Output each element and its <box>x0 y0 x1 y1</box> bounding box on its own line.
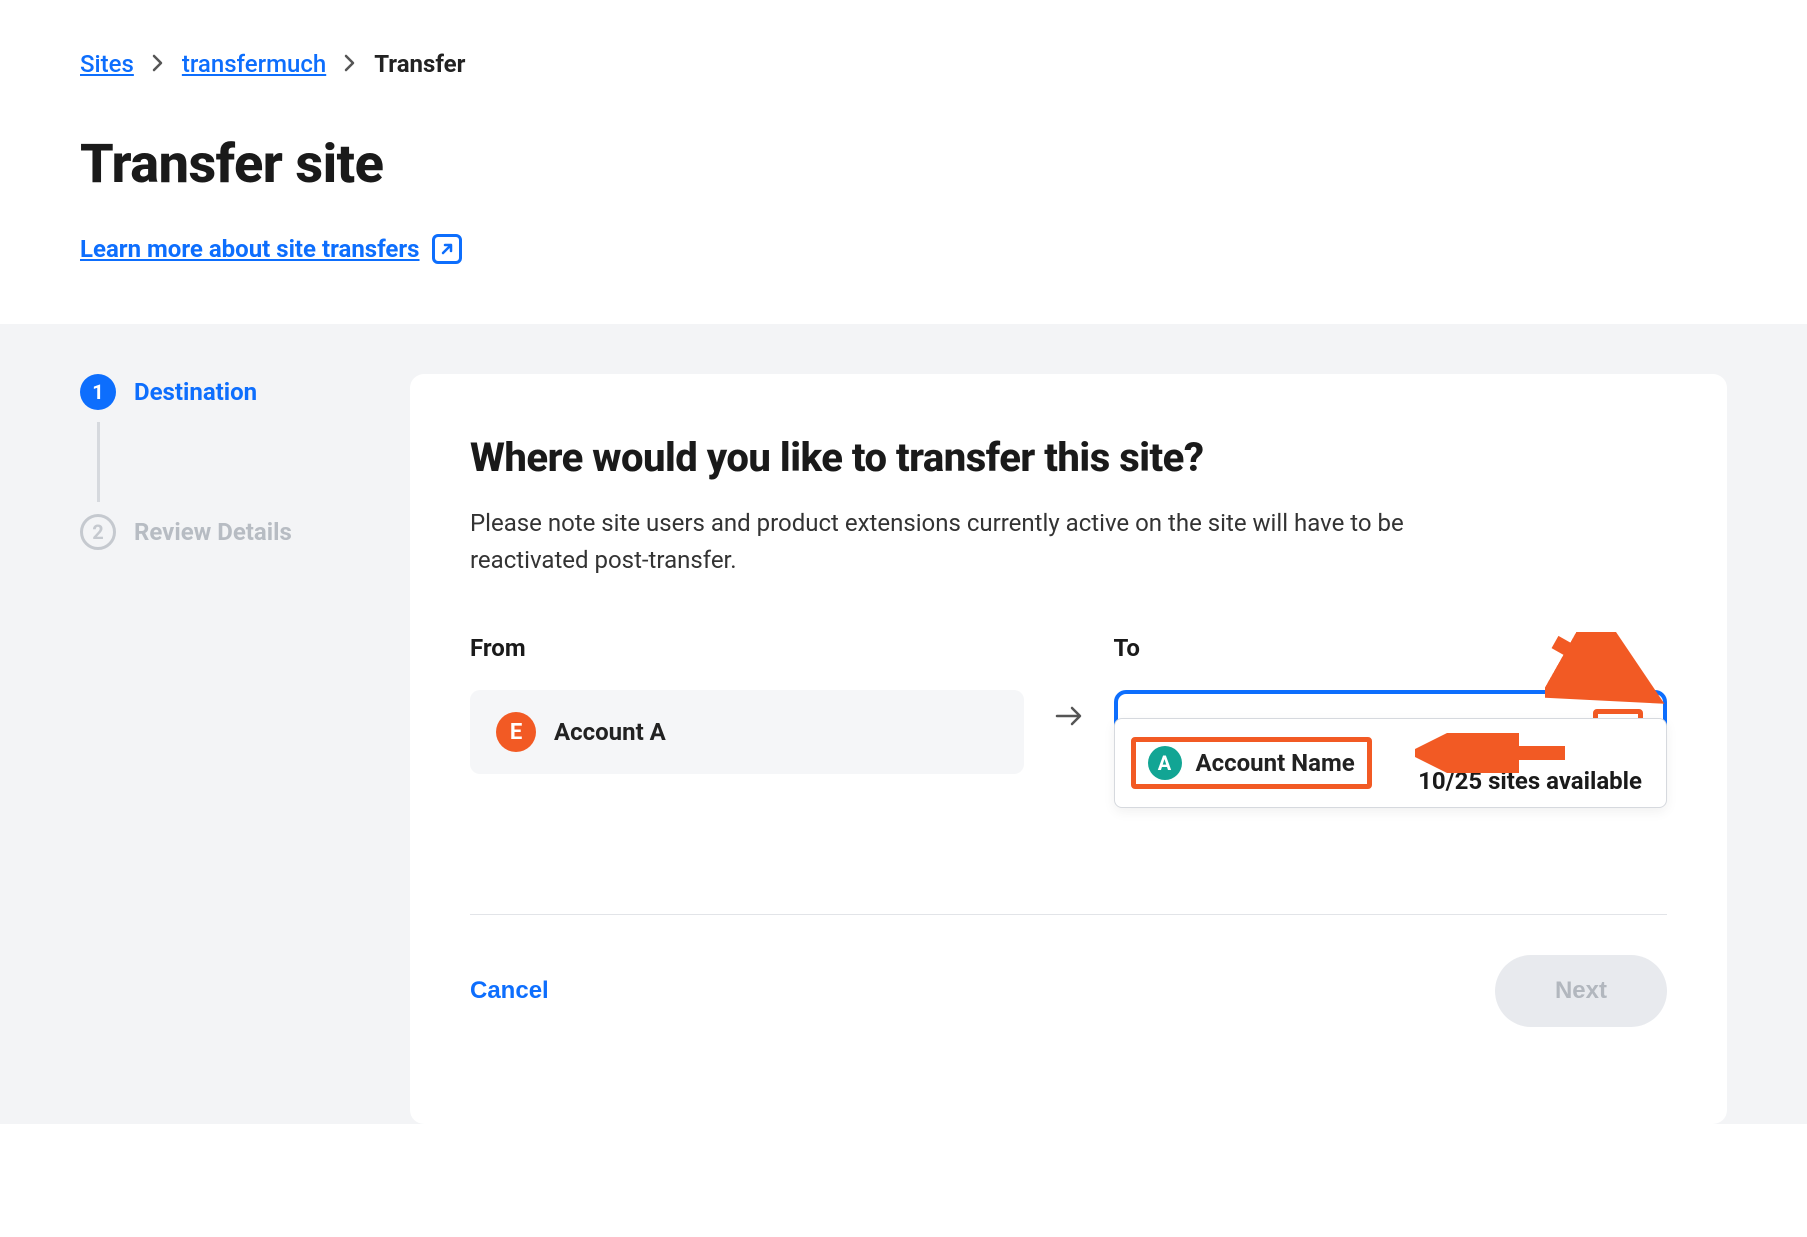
to-label: To <box>1114 634 1668 662</box>
next-button[interactable]: Next <box>1495 955 1667 1027</box>
card-subtitle: Please note site users and product exten… <box>470 505 1420 579</box>
from-account-avatar: E <box>496 712 536 752</box>
step-number-badge: 1 <box>80 374 116 410</box>
breadcrumb: Sites transfermuch Transfer <box>80 50 1727 78</box>
step-connector <box>97 422 100 502</box>
page-title: Transfer site <box>80 133 1727 196</box>
from-label: From <box>470 634 1024 662</box>
breadcrumb-current: Transfer <box>374 50 465 78</box>
step-destination[interactable]: 1 Destination <box>80 374 360 410</box>
sites-available-text: 10/25 sites available <box>1418 767 1642 795</box>
step-review-details[interactable]: 2 Review Details <box>80 514 360 550</box>
chevron-right-icon <box>152 50 164 78</box>
from-account-box: E Account A <box>470 690 1024 774</box>
transfer-card: Where would you like to transfer this si… <box>410 374 1727 1124</box>
option-avatar: A <box>1148 746 1182 780</box>
destination-option[interactable]: A Account Name <box>1131 737 1372 789</box>
learn-more-link[interactable]: Learn more about site transfers <box>80 234 462 264</box>
step-label: Destination <box>134 378 257 406</box>
from-account-name: Account A <box>554 718 666 746</box>
option-name: Account Name <box>1196 749 1355 777</box>
destination-dropdown-panel: A Account Name 10/25 sites available <box>1114 718 1668 808</box>
chevron-right-icon <box>344 50 356 78</box>
breadcrumb-sites-link[interactable]: Sites <box>80 50 134 78</box>
cancel-button[interactable]: Cancel <box>470 977 549 1005</box>
step-indicator: 1 Destination 2 Review Details <box>80 374 360 1124</box>
learn-more-label: Learn more about site transfers <box>80 235 420 263</box>
step-label: Review Details <box>134 518 292 546</box>
arrow-right-icon <box>1054 634 1084 728</box>
external-link-icon <box>432 234 462 264</box>
card-title: Where would you like to transfer this si… <box>470 434 1667 481</box>
step-number-badge: 2 <box>80 514 116 550</box>
breadcrumb-sitename-link[interactable]: transfermuch <box>182 50 326 78</box>
